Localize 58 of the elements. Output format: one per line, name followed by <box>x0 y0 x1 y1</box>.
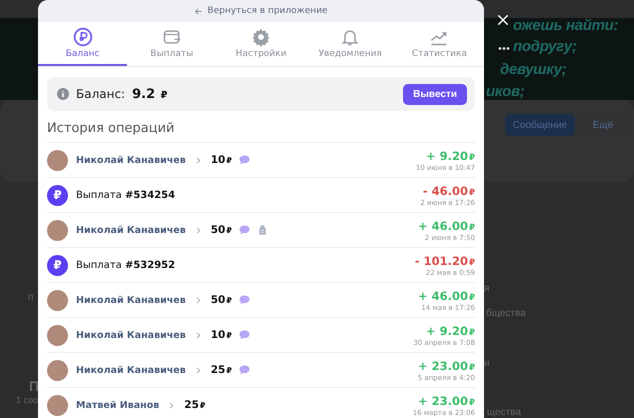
operation-sum: + 46.00₽ <box>418 288 475 302</box>
avatar <box>47 394 68 416</box>
more-dots-icon[interactable] <box>498 47 510 50</box>
arrow-left-icon <box>194 6 204 16</box>
avatar <box>47 220 68 240</box>
banner-text: девушку; <box>500 61 567 78</box>
menu-text: и <box>484 358 490 369</box>
user-link[interactable]: Николай Канавичев <box>76 330 186 340</box>
operation-sum: + 23.00₽ <box>418 358 475 372</box>
withdraw-button[interactable]: Вывести <box>403 84 467 104</box>
tab[interactable]: Настройки <box>216 22 306 66</box>
operation-sum: + 46.00₽ <box>418 218 475 232</box>
tab[interactable]: Статистика <box>394 22 484 66</box>
payout-badge: ₽ <box>47 184 68 206</box>
section-title: История операций <box>47 121 176 137</box>
operation-sum: + 9.20₽ <box>424 324 475 338</box>
settings-icon <box>251 27 271 47</box>
page-text: п <box>28 292 34 303</box>
avatar <box>47 150 68 170</box>
page-text: П <box>29 378 40 394</box>
balance-label: Баланс: <box>76 87 126 101</box>
avatar <box>47 324 68 346</box>
chevron-right-icon <box>194 296 202 304</box>
chevron-right-icon <box>194 226 202 234</box>
menu-text: бщества <box>486 308 526 319</box>
tab[interactable]: Баланс <box>38 22 128 66</box>
back-link[interactable]: Вернуться в приложение <box>194 6 328 16</box>
tab[interactable]: Выплаты <box>127 22 216 66</box>
chevron-right-icon <box>194 330 202 340</box>
page-text: 1 соо <box>16 395 38 405</box>
payout-label: Выплата #534254 <box>76 190 176 200</box>
chevron-right-icon <box>194 366 202 374</box>
operation-sum: + 9.20₽ <box>424 148 475 162</box>
user-link[interactable]: Николай Канавичев <box>76 154 186 166</box>
avatar <box>47 290 68 310</box>
payout-badge: ₽ <box>47 254 68 276</box>
operation-sum: - 101.20₽ <box>414 254 475 268</box>
user-link[interactable]: Матвей Иванов <box>76 400 160 410</box>
message-button[interactable]: Сообщение <box>505 114 575 136</box>
banner-text: иков; <box>486 83 524 100</box>
operation-sum: + 23.00₽ <box>416 394 475 408</box>
menu-text: я <box>484 283 490 294</box>
info-icon <box>57 88 69 100</box>
ruble-icon <box>72 27 93 47</box>
user-link[interactable]: Николай Канавичев <box>76 364 186 376</box>
user-link[interactable]: Николай Канавичев <box>76 224 186 236</box>
banner-text: подругу; <box>513 38 577 55</box>
chevron-right-icon <box>168 400 176 410</box>
banner-text: ожешь найти: <box>513 17 618 34</box>
chevron-right-icon <box>194 156 202 164</box>
avatar <box>47 360 68 380</box>
operation-sum: - 46.00₽ <box>422 184 475 198</box>
menu-text: щества <box>487 407 522 418</box>
balance-value: 9.2 ₽ <box>132 86 168 102</box>
tab[interactable]: Уведомления <box>306 22 395 66</box>
close-icon[interactable] <box>496 13 510 27</box>
payout-label: Выплата #532952 <box>76 260 176 270</box>
user-link[interactable]: Николай Канавичев <box>76 294 186 306</box>
